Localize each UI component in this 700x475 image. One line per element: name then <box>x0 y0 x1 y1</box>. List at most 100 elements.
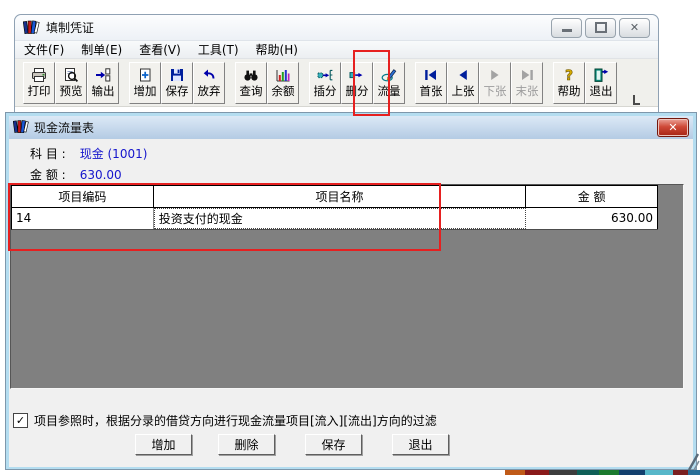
minimize-icon <box>561 29 572 32</box>
column-header-2[interactable]: 金 额 <box>526 186 658 208</box>
main-window: 填制凭证 ✕ 文件(F) 制单(E) 查看(V) 工具(T) 帮助(H) 打印 预览 输出增… <box>14 14 659 115</box>
subject-field: 科 目 : 现金 (1001) <box>30 145 147 162</box>
amount-value: 630.00 <box>79 168 122 182</box>
cashflow-dialog: 现金流量表 ✕ 科 目 : 现金 (1001) 金 额 :630.00 项目编码 项目… <box>5 112 697 470</box>
close-icon: ✕ <box>629 21 640 34</box>
toolbar-button-exit[interactable]: 退出 <box>585 61 617 104</box>
amount-label: 金 额 : <box>30 168 66 182</box>
toolbar-group: 查询 余额 <box>235 61 299 104</box>
undo-icon <box>201 67 217 84</box>
subject-value: 现金 (1001) <box>79 147 148 161</box>
sliver-segment <box>525 470 549 475</box>
amount-field: 金 额 : 630.00 <box>30 166 122 183</box>
binoculars-icon <box>243 67 259 84</box>
minimize-button[interactable] <box>551 17 582 38</box>
toolbar-button-label: 末张 <box>515 83 539 98</box>
insert-line-icon <box>317 67 333 84</box>
add-button[interactable]: 增加 <box>135 434 192 455</box>
sliver-segment <box>577 470 599 475</box>
toolbar-button-abandon[interactable]: 放弃 <box>193 61 225 104</box>
annotation-rect-table <box>8 183 441 251</box>
check-icon: ✓ <box>15 414 26 427</box>
main-window-titlebar: 填制凭证 ✕ <box>15 15 658 41</box>
svg-text:?: ? <box>565 68 573 83</box>
toolbar-button-label: 插分 <box>313 83 337 98</box>
menu-bar: 文件(F) 制单(E) 查看(V) 工具(T) 帮助(H) <box>15 41 658 59</box>
sliver-segment <box>505 470 525 475</box>
toolbar-button-print[interactable]: 打印 <box>23 61 55 104</box>
prev-page-icon <box>455 67 471 84</box>
delete-button[interactable]: 删除 <box>218 434 275 455</box>
toolbar-button-label: 帮助 <box>557 83 581 98</box>
dialog-titlebar: 现金流量表 ✕ <box>9 116 693 139</box>
toolbar-button-add[interactable]: 增加 <box>129 61 161 104</box>
toolbar-button-label: 上张 <box>451 83 475 98</box>
toolbar-button-label: 余额 <box>271 83 295 98</box>
first-page-icon <box>423 67 439 84</box>
toolbar-button-preview[interactable]: 预览 <box>55 61 87 104</box>
printer-icon <box>31 67 47 84</box>
menu-item-voucher[interactable]: 制单(E) <box>81 41 122 58</box>
subject-label: 科 目 : <box>30 147 66 161</box>
menu-item-file[interactable]: 文件(F) <box>24 41 64 58</box>
toolbar-button-last: 末张 <box>511 61 543 104</box>
balance-chart-icon <box>275 67 291 84</box>
main-window-title: 填制凭证 <box>46 21 95 35</box>
desktop-background-sliver <box>505 470 700 475</box>
save-icon <box>169 67 185 84</box>
toolbar-button-output[interactable]: 输出 <box>87 61 119 104</box>
sliver-segment <box>645 470 673 475</box>
filter-checkbox-label: 项目参照时，根据分录的借贷方向进行现金流量项目[流入][流出]方向的过滤 <box>34 414 437 428</box>
filter-checkbox[interactable]: ✓ <box>13 413 28 428</box>
toolbar-group: 增加 保存 放弃 <box>129 61 225 104</box>
close-icon: ✕ <box>668 121 678 134</box>
menu-item-view[interactable]: 查看(V) <box>139 41 181 58</box>
toolbar-button-label: 保存 <box>165 83 189 98</box>
restore-icon <box>594 22 607 33</box>
toolbar-button-label: 输出 <box>91 83 115 98</box>
exit-door-icon <box>593 67 609 84</box>
close-button[interactable]: ✕ <box>619 17 650 38</box>
cursor-artifact <box>633 95 640 105</box>
toolbar: 打印 预览 输出 增加 保存 放弃 查询 余额 插分 删分 流量 首张 上张 下张 末张? 帮助 退出 <box>15 59 658 107</box>
toolbar-button-label: 打印 <box>27 83 51 98</box>
sliver-segment <box>549 470 577 475</box>
toolbar-button-query[interactable]: 查询 <box>235 61 267 104</box>
toolbar-button-prev[interactable]: 上张 <box>447 61 479 104</box>
menu-item-tools[interactable]: 工具(T) <box>198 41 239 58</box>
toolbar-button-balance[interactable]: 余额 <box>267 61 299 104</box>
filter-checkbox-row: ✓ 项目参照时，根据分录的借贷方向进行现金流量项目[流入][流出]方向的过滤 <box>13 412 437 429</box>
toolbar-button-label: 放弃 <box>197 83 221 98</box>
toolbar-group: ? 帮助 退出 <box>553 61 617 104</box>
books-icon <box>22 19 40 37</box>
export-icon <box>95 67 111 84</box>
toolbar-button-help[interactable]: ? 帮助 <box>553 61 585 104</box>
toolbar-button-label: 退出 <box>589 83 613 98</box>
books-icon <box>12 119 29 136</box>
sliver-segment <box>599 470 619 475</box>
resize-grip-icon <box>686 453 700 474</box>
toolbar-button-label: 查询 <box>239 83 263 98</box>
sliver-segment <box>619 470 645 475</box>
dialog-title: 现金流量表 <box>34 121 95 135</box>
toolbar-group: 首张 上张 下张 末张 <box>415 61 543 104</box>
preview-icon <box>63 67 79 84</box>
restore-button[interactable] <box>585 17 616 38</box>
toolbar-button-first[interactable]: 首张 <box>415 61 447 104</box>
annotation-rect-cashflow-button <box>353 50 390 116</box>
dialog-close-button[interactable]: ✕ <box>657 118 689 137</box>
toolbar-button-save[interactable]: 保存 <box>161 61 193 104</box>
exit-button[interactable]: 退出 <box>392 434 449 455</box>
save-button[interactable]: 保存 <box>305 434 362 455</box>
menu-item-help[interactable]: 帮助(H) <box>256 41 298 58</box>
dialog-button-row: 增加 删除 保存 退出 <box>9 434 693 455</box>
screenshot-stage: 填制凭证 ✕ 文件(F) 制单(E) 查看(V) 工具(T) 帮助(H) 打印 预览 输出增… <box>0 0 700 475</box>
toolbar-button-label: 下张 <box>483 83 507 98</box>
toolbar-button-label: 首张 <box>419 83 443 98</box>
cell-amount[interactable]: 630.00 <box>526 208 658 229</box>
window-controls: ✕ <box>551 17 650 38</box>
help-icon: ? <box>561 67 577 84</box>
toolbar-button-next: 下张 <box>479 61 511 104</box>
toolbar-button-label: 预览 <box>59 83 83 98</box>
toolbar-button-insert-line[interactable]: 插分 <box>309 61 341 104</box>
